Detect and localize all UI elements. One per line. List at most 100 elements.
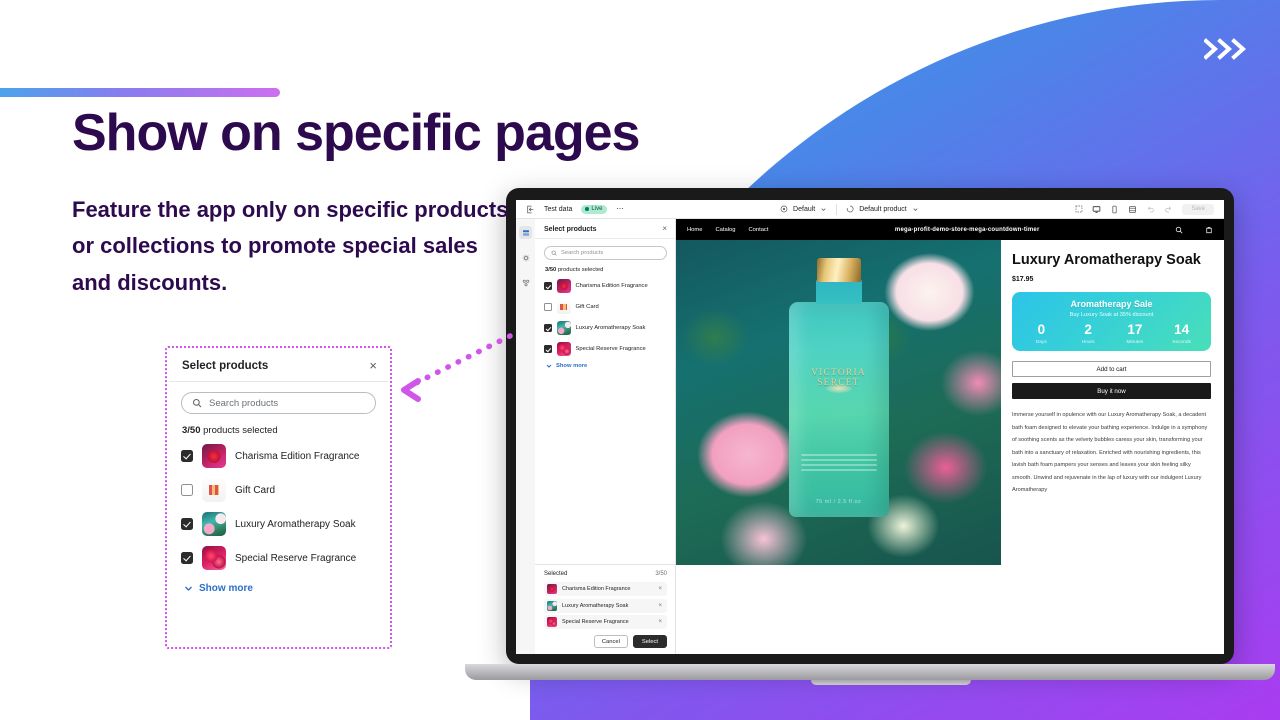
product-description: Immerse yourself in opulence with our Lu… [1012, 412, 1208, 494]
timer-value: 2 [1084, 321, 1092, 337]
product-name: Gift Card [235, 484, 276, 496]
list-item[interactable]: Special Reserve Fragrance [181, 546, 376, 570]
product-thumbnail [547, 584, 557, 594]
laptop-base-lip [810, 680, 971, 685]
list-item[interactable]: Special Reserve Fragrance [544, 342, 667, 356]
panel-footer-actions: Cancel Select [544, 635, 667, 648]
product-name: Luxury Aromatherapy Soak [235, 518, 356, 530]
bottle-cap [816, 258, 861, 282]
selected-count: 3/50 products selected [182, 425, 376, 436]
product-checkbox[interactable] [181, 518, 193, 530]
product-checkbox[interactable] [181, 552, 193, 564]
mobile-view-icon[interactable] [1110, 205, 1119, 214]
chevron-down-icon [546, 364, 552, 368]
add-to-cart-button[interactable]: Add to cart [1012, 361, 1211, 378]
nav-link-contact[interactable]: Contact [748, 227, 768, 233]
list-item[interactable]: Luxury Aromatherapy Soak [181, 512, 376, 536]
editor-toolbar: Test data Live ⋯ Default Default product… [516, 200, 1224, 219]
timer-subheading: Buy Luxury Soak at 35% discount [1069, 311, 1154, 318]
bottle-volume-text: 75 ml / 2.5 fl.oz [815, 499, 862, 505]
show-more-label: Show more [199, 583, 253, 594]
select-products-panel: Select products × Search products 3/50 p… [535, 219, 676, 654]
timer-units: 0 Days 2 Hours 17 Minutes 14 Seconds [1018, 323, 1205, 346]
panel-search-placeholder: Search products [561, 250, 604, 256]
chevron-down-icon [821, 207, 826, 211]
buy-it-now-button[interactable]: Buy it now [1012, 383, 1211, 400]
product-name: Special Reserve Fragrance [562, 619, 629, 625]
settings-gear-icon[interactable] [519, 251, 532, 264]
search-icon [193, 399, 202, 408]
product-title: Luxury Aromatherapy Soak [1012, 252, 1201, 268]
storefront-brand: mega-profit-demo-store-mega-countdown-ti… [894, 226, 1040, 233]
theme-selector[interactable]: Default [780, 205, 827, 213]
cart-icon[interactable] [1205, 221, 1213, 239]
desktop-view-icon[interactable] [1092, 205, 1101, 214]
inspector-icon[interactable] [1075, 205, 1083, 213]
select-button[interactable]: Select [632, 635, 667, 648]
timer-unit: 2 Hours [1065, 323, 1112, 346]
template-selector[interactable]: Default product [846, 205, 918, 213]
product-checkbox[interactable] [544, 282, 552, 290]
selected-count-value: 3/50 [182, 425, 201, 436]
bottle-crest-icon [825, 384, 852, 393]
apps-icon[interactable] [519, 276, 532, 289]
fullscreen-view-icon[interactable] [1128, 205, 1137, 214]
exit-icon[interactable] [526, 205, 535, 214]
product-thumbnail [202, 512, 226, 536]
list-item[interactable]: Charisma Edition Fragrance [544, 279, 667, 293]
list-item[interactable]: Charisma Edition Fragrance [181, 444, 376, 468]
search-placeholder: Search products [209, 397, 279, 409]
list-item[interactable]: Luxury Aromatherapy Soak [544, 321, 667, 335]
timer-unit: 0 Days [1018, 323, 1065, 346]
search-input[interactable]: Search products [181, 392, 376, 414]
save-button[interactable]: Save [1182, 203, 1215, 215]
callout-title: Select products [182, 359, 269, 372]
product-checkbox[interactable] [181, 484, 193, 496]
panel-footer-header: Selected 3/50 [544, 571, 667, 577]
remove-icon[interactable]: × [658, 603, 662, 609]
close-icon[interactable]: × [369, 359, 377, 372]
undo-icon[interactable] [1146, 205, 1155, 214]
close-icon[interactable]: × [662, 225, 667, 233]
product-checkbox[interactable] [544, 345, 552, 353]
product-name: Charisma Edition Fragrance [562, 586, 631, 592]
product-name: Gift Card [575, 304, 599, 310]
page-subtitle: Feature the app only on specific product… [72, 197, 509, 295]
product-name: Luxury Aromatherapy Soak [575, 325, 646, 331]
product-name: Special Reserve Fragrance [235, 552, 357, 564]
triple-chevron-right-icon [1204, 38, 1250, 60]
status-badge: Live [581, 204, 608, 214]
ellipsis-icon[interactable]: ⋯ [616, 205, 623, 213]
remove-icon[interactable]: × [658, 619, 662, 625]
panel-search-input[interactable]: Search products [544, 246, 667, 260]
list-item[interactable]: Gift Card [544, 300, 667, 314]
accent-bar [0, 88, 280, 97]
timer-unit: 17 Minutes [1112, 323, 1159, 346]
product-checkbox[interactable] [181, 450, 193, 462]
nav-link-catalog[interactable]: Catalog [715, 227, 735, 233]
nav-link-home[interactable]: Home [687, 227, 702, 233]
remove-icon[interactable]: × [658, 586, 662, 592]
cancel-button[interactable]: Cancel [593, 635, 628, 648]
show-more-button[interactable]: Show more [184, 583, 376, 594]
timer-label: Minutes [1126, 340, 1144, 346]
search-icon[interactable] [1175, 221, 1183, 239]
product-checkbox[interactable] [544, 303, 552, 311]
panel-footer-count: 3/50 [655, 571, 667, 577]
editor-workspace: Select products × Search products 3/50 p… [516, 219, 1224, 654]
theme-label: Default [793, 205, 816, 213]
panel-footer: Selected 3/50 Charisma Edition Fragrance… [535, 564, 675, 654]
product-thumbnail [556, 321, 571, 335]
timer-label: Seconds [1172, 340, 1191, 346]
redo-icon[interactable] [1164, 205, 1173, 214]
sections-icon[interactable] [519, 226, 532, 239]
list-item[interactable]: Gift Card [181, 478, 376, 502]
panel-show-more-button[interactable]: Show more [546, 363, 667, 369]
product-checkbox[interactable] [544, 324, 552, 332]
chevron-down-icon [913, 207, 918, 211]
timer-value: 17 [1127, 321, 1143, 337]
panel-title: Select products [544, 225, 597, 233]
pointer-arrow [394, 332, 514, 407]
product-thumbnail [556, 279, 571, 293]
panel-count-value: 3/50 [545, 267, 557, 273]
